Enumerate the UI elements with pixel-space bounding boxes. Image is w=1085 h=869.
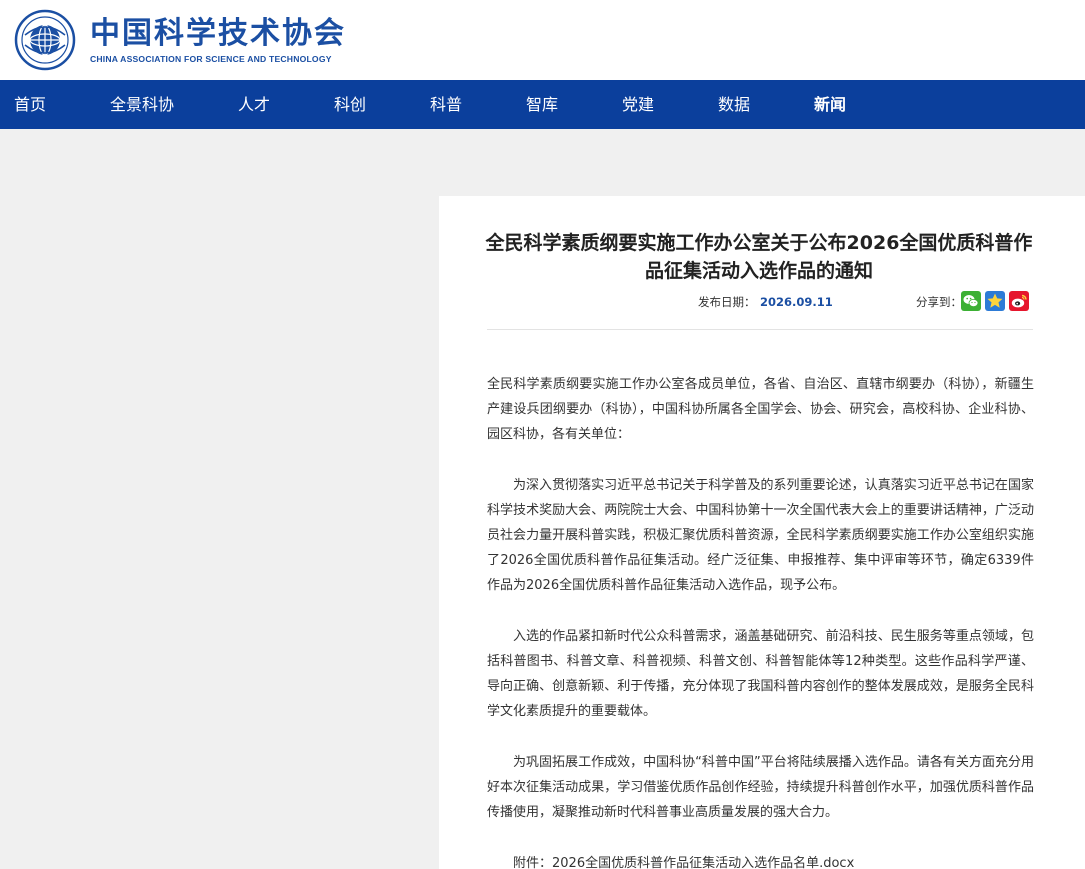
logo-chinese-name: 中国科学技术协会: [90, 15, 346, 51]
article-panel: 全民科学素质纲要实施工作办公室关于公布2026全国优质科普作品征集活动入选作品的…: [439, 196, 1085, 869]
weibo-icon[interactable]: [1009, 291, 1029, 311]
nav-item-innovation[interactable]: 科创: [334, 80, 366, 129]
article-paragraph: 为巩固拓展工作成效，中国科协“科普中国”平台将陆续展播入选作品。请各有关方面充分…: [487, 755, 1034, 820]
logo-english-name: CHINA ASSOCIATION FOR SCIENCE AND TECHNO…: [90, 53, 332, 64]
article-paragraph: 入选的作品紧扣新时代公众科普需求，涵盖基础研究、前沿科技、民生服务等重点领域，包…: [487, 629, 1034, 719]
meta-divider: [487, 329, 1033, 330]
publish-date: 2026.09.11: [760, 295, 833, 309]
qzone-icon[interactable]: [985, 291, 1005, 311]
nav-item-party-building[interactable]: 党建: [622, 80, 654, 129]
attachment-link[interactable]: 附件：2026全国优质科普作品征集活动入选作品名单.docx: [487, 851, 1034, 869]
site-header: 中国科学技术协会 CHINA ASSOCIATION FOR SCIENCE A…: [0, 0, 1085, 80]
nav-item-news[interactable]: 新闻: [814, 80, 846, 129]
cast-emblem-icon: [14, 9, 76, 71]
article-salutation: 全民科学素质纲要实施工作办公室各成员单位，各省、自治区、直辖市纲要办（科协），新…: [487, 377, 1034, 442]
nav-item-overview[interactable]: 全景科协: [110, 80, 174, 129]
publish-date-label: 发布日期：: [698, 295, 756, 309]
site-logo[interactable]: 中国科学技术协会 CHINA ASSOCIATION FOR SCIENCE A…: [14, 9, 344, 71]
nav-item-talent[interactable]: 人才: [238, 80, 270, 129]
wechat-icon[interactable]: [961, 291, 981, 311]
article-paragraph: 为深入贯彻落实习近平总书记关于科学普及的系列重要论述，认真落实习近平总书记在国家…: [487, 478, 1034, 593]
nav-item-home[interactable]: 首页: [14, 80, 46, 129]
nav-item-think-tank[interactable]: 智库: [526, 80, 558, 129]
article-title: 全民科学素质纲要实施工作办公室关于公布2026全国优质科普作品征集活动入选作品的…: [485, 232, 1033, 282]
article-body: 全民科学素质纲要实施工作办公室各成员单位，各省、自治区、直辖市纲要办（科协），新…: [487, 372, 1034, 869]
nav-item-data[interactable]: 数据: [718, 80, 750, 129]
share-label: 分享到：: [916, 295, 962, 309]
nav-item-popular-science[interactable]: 科普: [430, 80, 462, 129]
article-meta: 发布日期： 2026.09.11 分享到：: [439, 291, 1085, 311]
main-nav: 首页 全景科协 人才 科创 科普 智库 党建 数据 新闻: [0, 80, 1085, 129]
